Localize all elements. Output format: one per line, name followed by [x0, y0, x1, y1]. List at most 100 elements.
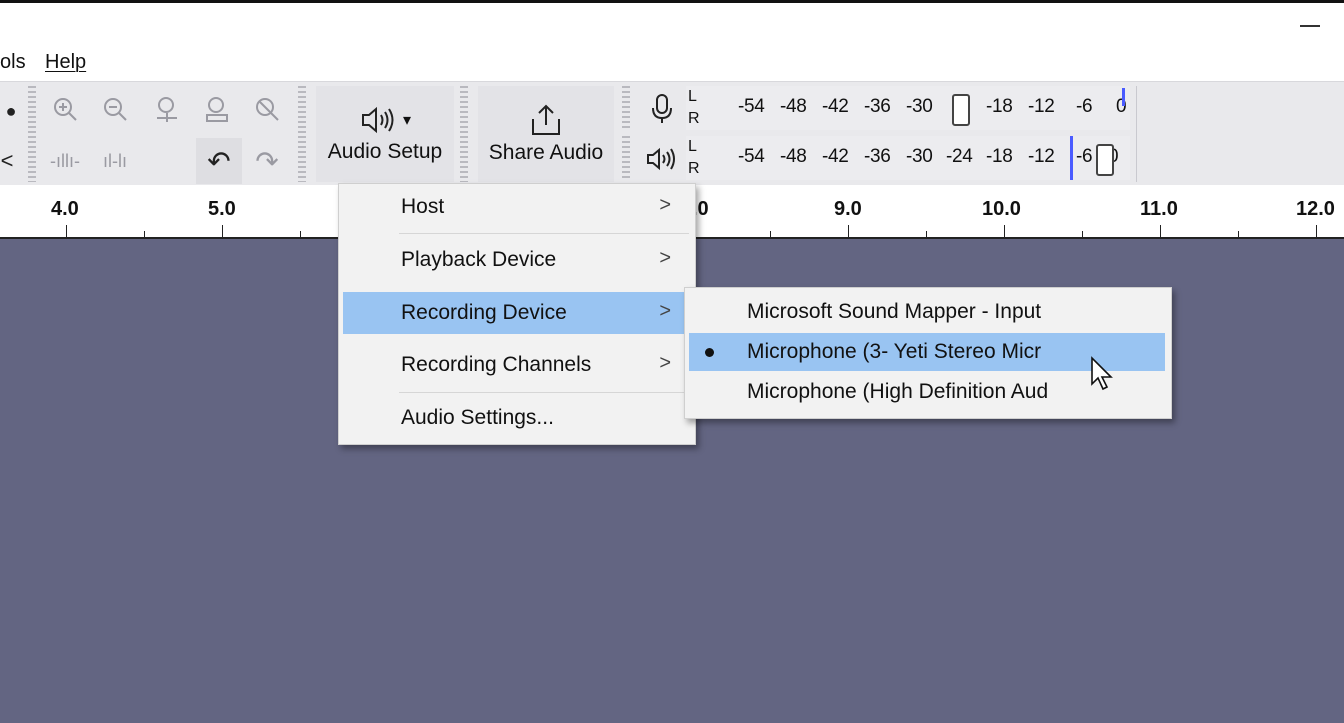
ruler-label: 5.0 [208, 198, 236, 220]
device-option[interactable]: Microsoft Sound Mapper - Input [689, 293, 1165, 331]
ruler-tick [1004, 225, 1005, 237]
toolbar-grip[interactable] [28, 86, 36, 182]
device-option-label: Microphone (3- Yeti Stereo Micr [747, 340, 1042, 363]
fit-project-icon[interactable] [194, 86, 240, 132]
meter-tick: -36 [864, 96, 891, 117]
menu-item-audio-settings[interactable]: Audio Settings... [343, 397, 689, 439]
menu-help[interactable]: Help [45, 51, 86, 74]
playback-peak-indicator [1070, 136, 1073, 180]
multi-tool-icon[interactable]: < [0, 138, 30, 184]
meter-tick: -54 [738, 146, 765, 167]
fit-selection-icon[interactable] [144, 86, 190, 132]
redo-icon[interactable]: ↷ [244, 138, 290, 184]
zoom-toggle-icon[interactable] [244, 86, 290, 132]
ruler-tick [222, 225, 223, 237]
toolbar-grip[interactable] [460, 86, 468, 182]
meter-channel-left: L [688, 138, 697, 155]
toolbar-divider [1136, 86, 1145, 182]
device-option-label: Microphone (High Definition Aud [747, 380, 1049, 403]
menu-item-label: Recording Channels [401, 353, 592, 376]
chevron-down-icon: ▾ [402, 112, 412, 129]
meter-tick: -30 [906, 146, 933, 167]
meter-tick: -6 [1076, 96, 1093, 117]
meter-tick: -18 [986, 96, 1013, 117]
ruler-tick [1238, 231, 1239, 237]
minimize-icon [1300, 25, 1320, 27]
meter-tick: -36 [864, 146, 891, 167]
meter-tick: -12 [1028, 146, 1055, 167]
record-meter[interactable]: L R -54 -48 -42 -36 -30 -18 -12 -6 0 [686, 86, 1130, 130]
playback-level-slider[interactable] [1096, 144, 1114, 176]
toolbar-grip[interactable] [298, 86, 306, 182]
meter-channel-left: L [688, 88, 697, 105]
recording-device-submenu: Microsoft Sound Mapper - Input Microphon… [684, 287, 1172, 419]
toolbar-grip[interactable] [622, 136, 630, 180]
playback-meter[interactable]: L R -54 -48 -42 -36 -30 -24 -18 -12 -6 0 [686, 136, 1130, 180]
meter-tick: -12 [1028, 96, 1055, 117]
menu-item-label: Playback Device [401, 248, 557, 271]
meter-tick: -48 [780, 146, 807, 167]
menu-item-recording-device[interactable]: Recording Device > [343, 292, 689, 334]
meter-tick: -42 [822, 96, 849, 117]
speaker-icon [647, 147, 675, 171]
meter-tick: -54 [738, 96, 765, 117]
minimize-button[interactable] [1296, 11, 1324, 39]
meter-tick: -18 [986, 146, 1013, 167]
meter-channel-right: R [688, 110, 700, 127]
radio-selected-icon [705, 348, 714, 357]
chevron-right-icon: > [659, 352, 671, 374]
playback-meter-button[interactable] [640, 136, 684, 182]
silence-audio-icon[interactable]: ıl-lı [92, 138, 138, 184]
audio-setup-label: Audio Setup [327, 140, 443, 163]
meter-tick: -6 [1076, 146, 1093, 167]
mouse-pointer-icon [1090, 356, 1116, 397]
chevron-right-icon: > [659, 300, 671, 322]
zoom-in-icon[interactable] [42, 86, 88, 132]
audio-setup-button[interactable]: ▾ Audio Setup [316, 86, 454, 182]
menu-item-host[interactable]: Host > [343, 186, 689, 228]
share-audio-label: Share Audio [488, 141, 604, 164]
title-bar [0, 3, 1344, 47]
ruler-tick [926, 231, 927, 237]
meter-tick: -48 [780, 96, 807, 117]
menu-item-label: Host [401, 195, 445, 218]
menu-item-playback-device[interactable]: Playback Device > [343, 239, 689, 281]
menu-tools[interactable]: ols [0, 51, 26, 74]
chevron-right-icon: > [659, 194, 671, 216]
meter-tick: -42 [822, 146, 849, 167]
share-icon [532, 104, 560, 135]
audio-setup-menu: Host > Playback Device > Recording Devic… [338, 183, 696, 445]
menu-bar: ols Help [0, 47, 1344, 81]
device-option-label: Microsoft Sound Mapper - Input [747, 300, 1042, 323]
ruler-label: 4.0 [51, 198, 79, 220]
menu-item-recording-channels[interactable]: Recording Channels > [343, 344, 689, 386]
ruler-tick [1160, 225, 1161, 237]
menu-separator [399, 233, 689, 234]
chevron-right-icon: > [659, 247, 671, 269]
ruler-tick [1082, 231, 1083, 237]
menu-item-label: Audio Settings... [401, 406, 554, 429]
menu-item-label: Recording Device [401, 301, 567, 324]
trim-audio-icon[interactable]: -ıllı- [42, 138, 88, 184]
record-level-slider[interactable] [952, 94, 970, 126]
record-meter-button[interactable] [640, 86, 684, 132]
ruler-label: 10.0 [982, 198, 1021, 220]
ruler-tick [1316, 225, 1317, 237]
ruler-tick [300, 231, 301, 237]
ruler-tick [770, 231, 771, 237]
microphone-icon [652, 94, 672, 123]
meter-tick: -24 [946, 146, 973, 167]
ruler-label: 11.0 [1140, 198, 1178, 220]
ruler-tick [144, 231, 145, 237]
record-peak-indicator [1122, 88, 1125, 106]
ruler-label: 12.0 [1296, 198, 1335, 220]
share-audio-button[interactable]: Share Audio [478, 86, 614, 182]
undo-icon[interactable]: ↶ [196, 138, 242, 184]
menu-separator [399, 392, 689, 393]
meter-channel-right: R [688, 160, 700, 177]
toolbar-grip[interactable] [622, 86, 630, 130]
zoom-out-icon[interactable] [92, 86, 138, 132]
toolbar: ● < -ıllı- ıl-lı ↶ ↷ ▾ Audio Setup Share… [0, 81, 1344, 186]
ruler-label: 9.0 [834, 198, 862, 220]
ruler-tick [848, 225, 849, 237]
